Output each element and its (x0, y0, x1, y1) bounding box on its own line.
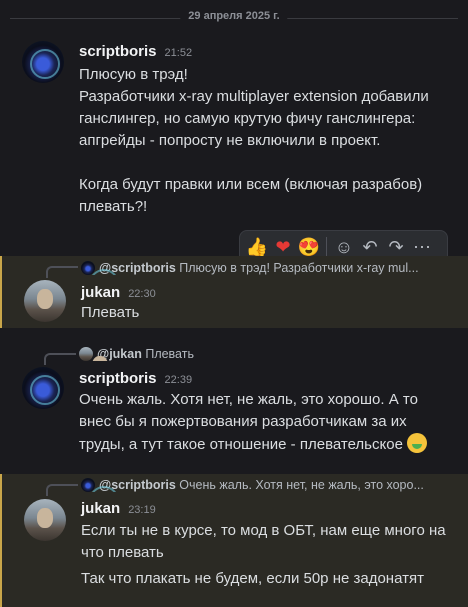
message-1: scriptboris 21:52 Плюсую в трэд! Разработ… (0, 34, 468, 244)
message-text: Плевать (81, 304, 140, 321)
avatar-jukan[interactable] (24, 499, 66, 541)
toolbar-separator (326, 237, 327, 257)
message-2: @scriptboris Плюсую в трэд! Разработчики… (0, 256, 468, 328)
reply-preview[interactable]: @scriptboris Плюсую в трэд! Разработчики… (81, 261, 451, 275)
reply-preview[interactable]: @scriptboris Очень жаль. Хотя нет, не жа… (81, 478, 451, 492)
avatar-scriptboris[interactable] (22, 41, 64, 83)
reply-avatar (81, 261, 119, 275)
nauseated-face-emoji (407, 433, 428, 453)
avatar-jukan[interactable] (24, 280, 66, 322)
timestamp: 22:39 (164, 374, 193, 386)
avatar-scriptboris[interactable] (22, 367, 64, 409)
author-name[interactable]: scriptboris 21:52 (79, 43, 192, 60)
reply-avatar (81, 478, 119, 492)
author-name[interactable]: jukan 23:19 (81, 500, 156, 517)
reply-preview[interactable]: @jukan Плевать (79, 347, 194, 361)
author-name[interactable]: jukan 22:30 (81, 284, 156, 301)
message-text: Плюсую в трэд! Разработчики x-ray multip… (79, 66, 429, 215)
timestamp: 21:52 (164, 47, 193, 59)
timestamp: 22:30 (128, 288, 156, 300)
message-text: Если ты не в курсе, то мод в ОБТ, нам ещ… (81, 522, 450, 561)
reply-connector (46, 484, 78, 496)
date-divider: 29 апреля 2025 г. (180, 10, 288, 22)
followup-message-text: Так что плакать не будем, если 50р не за… (81, 570, 424, 587)
reply-connector (46, 266, 78, 278)
author-name[interactable]: scriptboris 22:39 (79, 370, 192, 387)
reply-avatar (79, 347, 108, 361)
message-3: @jukan Плевать scriptboris 22:39 Очень жа… (0, 340, 468, 460)
message-4: @scriptboris Очень жаль. Хотя нет, не жа… (0, 474, 468, 607)
message-text: Очень жаль. Хотя нет, не жаль, это хорош… (79, 389, 449, 456)
reply-connector (44, 353, 76, 365)
timestamp: 23:19 (128, 504, 156, 516)
